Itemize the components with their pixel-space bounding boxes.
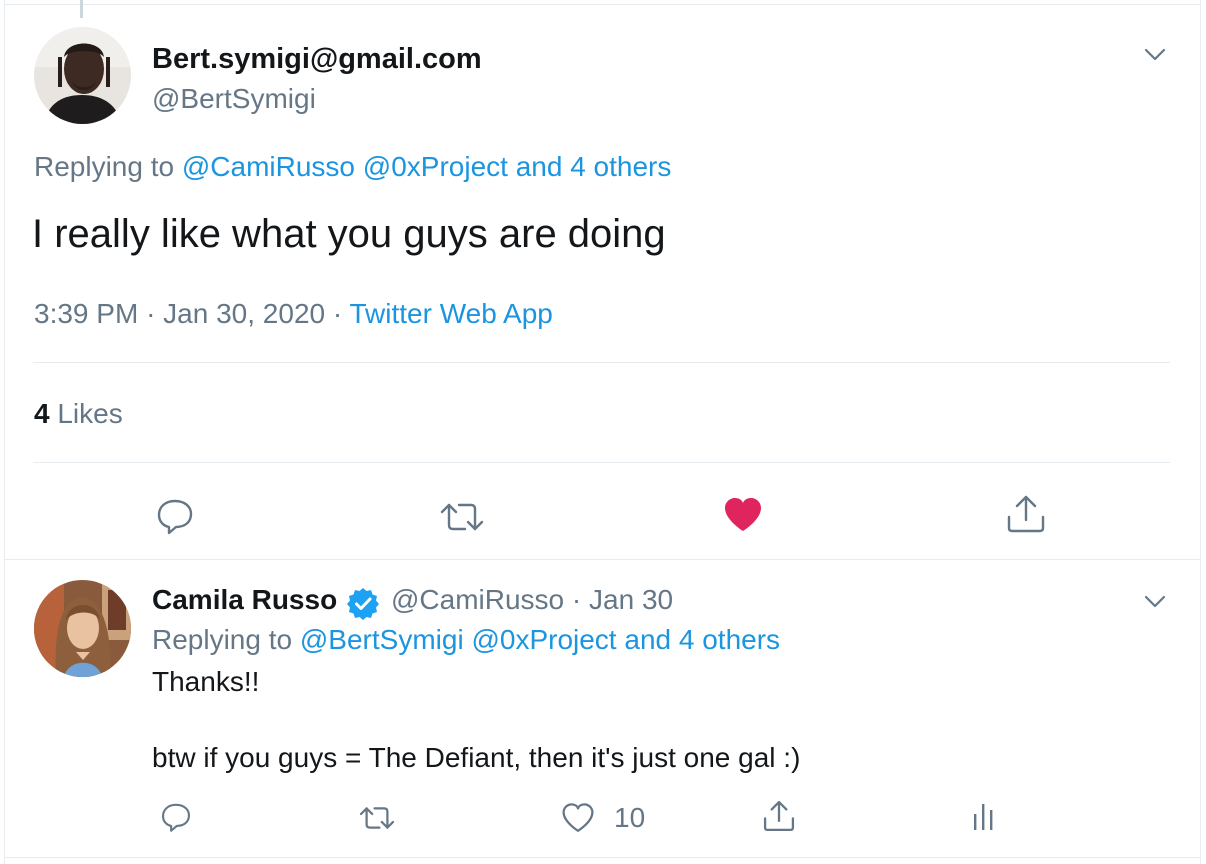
divider: [33, 462, 1170, 463]
tweet-date[interactable]: Jan 30, 2020: [163, 298, 325, 329]
replying-to-users[interactable]: @BertSymigi @0xProject: [300, 624, 617, 655]
likes-stat[interactable]: 4 Likes: [34, 398, 123, 430]
retweet-icon[interactable]: [357, 802, 397, 834]
timeline-border-right: [1200, 0, 1201, 864]
tweet-text-line: Thanks!!: [152, 666, 260, 697]
replying-to-others[interactable]: 4 others: [679, 624, 780, 655]
tweet-time[interactable]: 3:39 PM: [34, 298, 138, 329]
replying-to-and: and: [624, 624, 672, 655]
avatar[interactable]: [34, 580, 131, 677]
tweet-date[interactable]: Jan 30: [589, 584, 673, 615]
likes-count: 4: [34, 398, 50, 429]
meta-separator: ·: [146, 298, 156, 329]
reply-icon[interactable]: [159, 800, 193, 834]
likes-label: Likes: [57, 398, 123, 429]
reply-icon[interactable]: [154, 495, 196, 537]
focused-tweet: Bert.symigi@gmail.com @BertSymigi Replyi…: [5, 5, 1200, 560]
meta-separator: ·: [332, 298, 343, 329]
share-icon[interactable]: [761, 798, 797, 834]
avatar[interactable]: [34, 27, 131, 124]
chevron-down-icon[interactable]: [1140, 39, 1170, 69]
author-display-name[interactable]: Camila Russo: [152, 584, 337, 616]
replying-to-others[interactable]: 4 others: [570, 151, 671, 182]
verified-badge-icon: [346, 586, 380, 620]
heart-icon[interactable]: [722, 495, 764, 535]
share-icon[interactable]: [1004, 493, 1048, 535]
tweet-meta: 3:39 PM · Jan 30, 2020 · Twitter Web App: [34, 298, 553, 330]
reply-tweet[interactable]: Camila Russo @CamiRusso · Jan 30 Replyin…: [5, 560, 1200, 858]
chevron-down-icon[interactable]: [1140, 586, 1170, 616]
retweet-icon[interactable]: [438, 497, 486, 537]
meta-separator: ·: [571, 584, 582, 615]
author-display-name[interactable]: Bert.symigi@gmail.com: [152, 43, 482, 76]
replying-to-label: Replying to: [152, 624, 293, 655]
heart-icon[interactable]: [561, 802, 595, 834]
author-handle[interactable]: @CamiRusso: [391, 584, 564, 615]
replying-to-users[interactable]: @CamiRusso @0xProject: [182, 151, 508, 182]
author-handle[interactable]: @BertSymigi: [152, 83, 316, 115]
tweet-source[interactable]: Twitter Web App: [349, 298, 552, 329]
tweet-text: I really like what you guys are doing: [32, 212, 666, 256]
like-count: 10: [614, 802, 646, 833]
analytics-icon[interactable]: [969, 800, 999, 834]
replying-to-line: Replying to @CamiRusso @0xProject and 4 …: [34, 151, 671, 183]
reply-author-meta: @CamiRusso · Jan 30: [391, 584, 673, 616]
replying-to-line: Replying to @BertSymigi @0xProject and 4…: [152, 624, 780, 656]
replying-to-and: and: [515, 151, 563, 182]
replying-to-label: Replying to: [34, 151, 175, 182]
tweet-text-line: btw if you guys = The Defiant, then it's…: [152, 742, 801, 773]
divider: [33, 362, 1170, 363]
